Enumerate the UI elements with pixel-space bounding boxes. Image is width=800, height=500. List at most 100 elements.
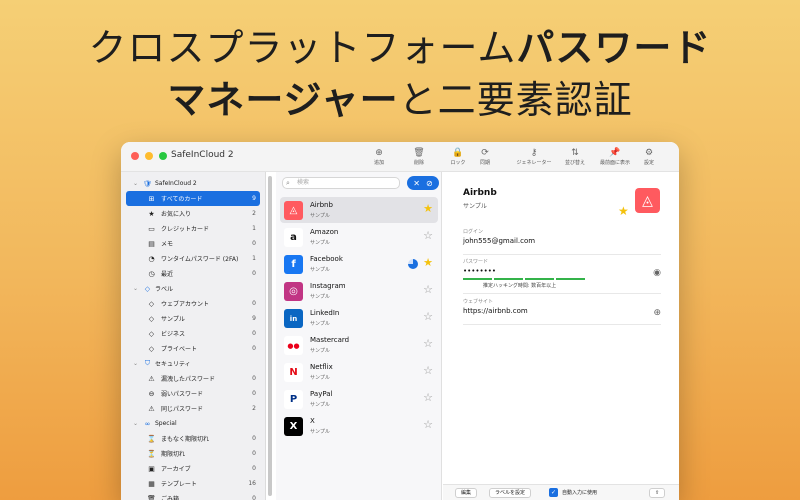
sidebar-item[interactable]: ◇ ウェブアカウント 0	[121, 296, 265, 311]
chevron-down-icon[interactable]: ⌄	[133, 180, 138, 187]
minimize-window-button[interactable]	[145, 152, 153, 160]
sidebar-item[interactable]: ⊖ 弱いパスワード 0	[121, 386, 265, 401]
hack-time-text: 推定ハッキング時間: 数百年以上	[483, 283, 557, 289]
sidebar-item[interactable]: ◷ 最近 0	[121, 266, 265, 281]
star-icon[interactable]: ★	[423, 202, 433, 215]
hourglass-icon: ⌛	[147, 434, 156, 443]
autofill-label: 自動入力に使用	[562, 490, 598, 496]
sidebar-item-label: アーカイブ	[161, 466, 191, 473]
template-icon: ▦	[148, 479, 155, 488]
sidebar-item[interactable]: ▭ クレジットカード 1	[121, 221, 265, 236]
headline-line-2: マネージャーと二要素認証	[0, 74, 800, 126]
sidebar-item[interactable]: ★ お気に入り 2	[121, 206, 265, 221]
zoom-window-button[interactable]	[159, 152, 167, 160]
list-item-subtitle: サンプル	[310, 294, 330, 300]
sidebar-item[interactable]: ⚠ 漏洩したパスワード 0	[121, 371, 265, 386]
sidebar-item[interactable]: ⚠ 同じパスワード 2	[121, 401, 265, 416]
sidebar-item-label: メモ	[161, 241, 174, 248]
password-field[interactable]: パスワード •••••••• 推定ハッキング時間: 数百年以上 ◉	[463, 258, 661, 294]
sidebar-item[interactable]: ◔ ワンタイムパスワード (2FA) 1	[121, 251, 265, 266]
sidebar-item[interactable]: ◇ プライベート 0	[121, 341, 265, 356]
key-button[interactable]: ⚷ ジェネレーター	[514, 148, 554, 166]
note-icon: ▤	[148, 239, 155, 248]
credit-card-icon: ▭	[148, 224, 155, 233]
sidebar-scrollbar[interactable]	[268, 176, 272, 496]
sidebar-item[interactable]: ⌛ まもなく期限切れ 0	[121, 431, 265, 446]
list-item[interactable]: P PayPal サンプル ☆	[280, 386, 438, 412]
set-label-button[interactable]: ラベルを設定	[489, 488, 532, 498]
gear-button[interactable]: ⚙ 設定	[629, 148, 669, 166]
sidebar-item[interactable]: 🗑 ごみ箱 0	[121, 491, 265, 500]
list-item[interactable]: f Facebook サンプル ★	[280, 251, 438, 277]
sidebar-item-count: 16	[248, 480, 256, 487]
star-icon[interactable]: ☆	[423, 310, 433, 323]
password-value[interactable]: ••••••••	[463, 267, 661, 275]
app-window: SafeInCloud 2 ⊕ 追加 🗑 削除 🔒 ロック ⟳ 同期 ⚷ ジェネレーター ⇅ 並び替え…	[121, 142, 679, 500]
star-icon[interactable]: ☆	[423, 418, 433, 431]
sidebar-item[interactable]: ⊞ すべてのカード 9	[126, 191, 260, 206]
list-item-name: PayPal	[310, 390, 333, 398]
grid-icon: ⊞	[148, 194, 155, 203]
list-item-subtitle: サンプル	[310, 240, 330, 246]
list-item[interactable]: in LinkedIn サンプル ☆	[280, 305, 438, 331]
trash-button[interactable]: 🗑 削除	[399, 148, 439, 166]
chevron-down-icon[interactable]: ⌄	[133, 285, 138, 292]
filter-toggle-button[interactable]: ✕ ⊘	[407, 176, 439, 190]
sidebar-item-label: ごみ箱	[161, 496, 180, 500]
eye-icon[interactable]: ◉	[653, 268, 661, 278]
sidebar-item-count: 0	[252, 375, 256, 382]
archive-icon: ▣	[148, 464, 155, 473]
website-value[interactable]: https://airbnb.com	[463, 307, 661, 315]
star-icon[interactable]: ☆	[423, 391, 433, 404]
special-icon: ∞	[144, 419, 151, 428]
sort-button[interactable]: ⇅ 並び替え	[555, 148, 595, 166]
star-icon[interactable]: ☆	[423, 283, 433, 296]
share-button[interactable]: ⇪	[649, 488, 666, 498]
list-item[interactable]: N Netflix サンプル ☆	[280, 359, 438, 385]
sidebar-item[interactable]: ◇ ビジネス 0	[121, 326, 265, 341]
chevron-down-icon[interactable]: ⌄	[133, 360, 138, 367]
star-icon[interactable]: ☆	[423, 364, 433, 377]
star-icon[interactable]: ☆	[423, 229, 433, 242]
sidebar-item-count: 0	[252, 390, 256, 397]
sidebar-item[interactable]: ◇ サンプル 9	[121, 311, 265, 326]
edit-button[interactable]: 編集	[455, 488, 478, 498]
website-field[interactable]: ウェブサイト https://airbnb.com ⊕	[463, 298, 661, 325]
list-item[interactable]: X X サンプル ☆	[280, 413, 438, 439]
sidebar-item[interactable]: ▦ テンプレート 16	[121, 476, 265, 491]
sidebar-group[interactable]: ⌄ ∞ Special	[121, 416, 265, 431]
sidebar-group-label: Special	[155, 420, 177, 427]
autofill-checkbox[interactable]: ✓	[549, 488, 558, 497]
sidebar-item-count: 9	[252, 315, 256, 322]
list-item[interactable]: a Amazon サンプル ☆	[280, 224, 438, 250]
list-item[interactable]: ◬ Airbnb サンプル ★	[280, 197, 438, 223]
netflix-logo-icon: N	[284, 363, 303, 382]
sync-button[interactable]: ⟳ 同期	[465, 148, 505, 166]
sidebar-item[interactable]: ▤ メモ 0	[121, 236, 265, 251]
list-item[interactable]: ●● Mastercard サンプル ☆	[280, 332, 438, 358]
login-field[interactable]: ログイン john555@gmail.com	[463, 228, 661, 255]
star-icon[interactable]: ★	[423, 256, 433, 269]
plus-circle-button[interactable]: ⊕ 追加	[359, 148, 399, 166]
sidebar-item[interactable]: ⏳ 期限切れ 0	[121, 446, 265, 461]
sidebar-group[interactable]: ⌄ ⛉ セキュリティ	[121, 356, 265, 371]
search-input[interactable]: ⌕ 検索	[282, 177, 400, 189]
sidebar-group[interactable]: ⌄ 🛡 SafeInCloud 2	[121, 176, 265, 191]
star-icon[interactable]: ☆	[423, 337, 433, 350]
sidebar-item-label: プライベート	[161, 346, 198, 353]
sidebar-item-count: 0	[252, 300, 256, 307]
list-item-name: Amazon	[310, 228, 339, 236]
close-window-button[interactable]	[131, 152, 139, 160]
toolbar-label: 削除	[413, 160, 424, 166]
toolbar-label: 並び替え	[564, 160, 585, 166]
chevron-down-icon[interactable]: ⌄	[133, 420, 138, 427]
tag-icon: ◇	[148, 314, 155, 323]
globe-icon[interactable]: ⊕	[653, 308, 661, 318]
otp-timer-icon	[408, 259, 418, 269]
list-item[interactable]: ◎ Instagram サンプル ☆	[280, 278, 438, 304]
favorite-star-icon[interactable]: ★	[618, 204, 629, 218]
sidebar-item[interactable]: ▣ アーカイブ 0	[121, 461, 265, 476]
sidebar-group[interactable]: ⌄ ◇ ラベル	[121, 281, 265, 296]
sidebar-item-label: サンプル	[161, 316, 185, 323]
login-value[interactable]: john555@gmail.com	[463, 237, 661, 245]
